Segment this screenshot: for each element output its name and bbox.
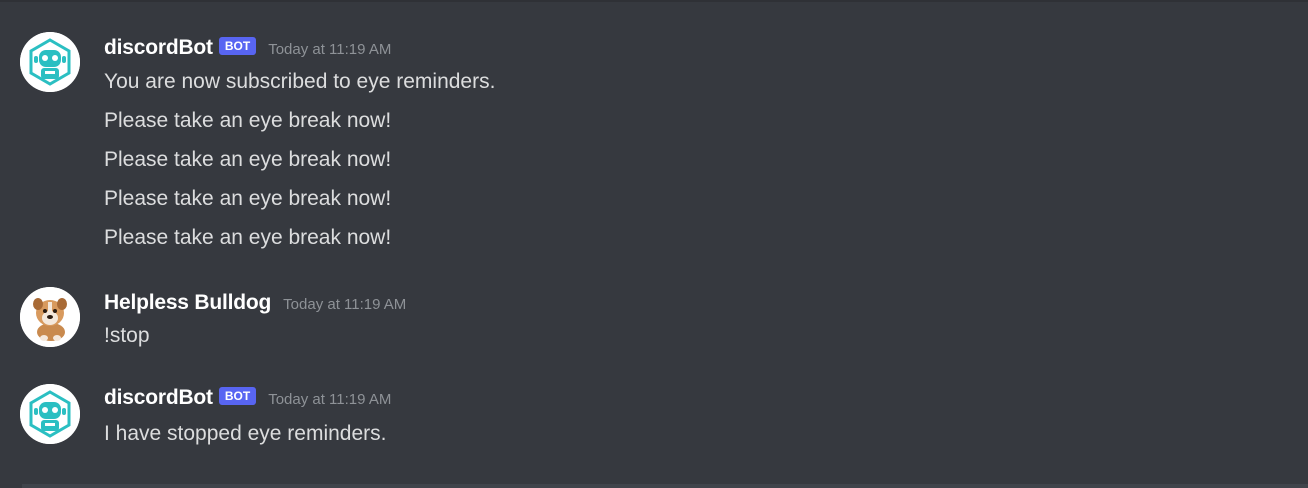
username[interactable]: discordBot [104, 386, 213, 410]
timestamp[interactable]: Today at 11:19 AM [268, 41, 391, 58]
robot-icon [20, 32, 80, 92]
message-text: Please take an eye break now! [104, 148, 392, 171]
message-group: Helpless Bulldog Today at 11:19 AM !stop [0, 287, 1308, 357]
username[interactable]: discordBot [104, 36, 213, 60]
timestamp[interactable]: Today at 11:19 AM [283, 296, 406, 313]
message-header: discordBot BOT Today at 11:19 AM [104, 36, 391, 60]
message-header: Helpless Bulldog Today at 11:19 AM [104, 291, 406, 315]
message-text: Please take an eye break now! [104, 187, 392, 210]
chat-messages: discordBot BOT Today at 11:19 AM You are… [0, 0, 1308, 488]
robot-icon [20, 384, 80, 444]
message-text: !stop [104, 324, 150, 347]
avatar[interactable] [20, 384, 80, 444]
message-input-edge[interactable] [22, 484, 1308, 488]
avatar[interactable] [20, 32, 80, 92]
bulldog-icon [20, 287, 80, 347]
message-header: discordBot BOT Today at 11:19 AM [104, 386, 391, 410]
bot-badge: BOT [218, 37, 257, 55]
username[interactable]: Helpless Bulldog [104, 291, 271, 315]
timestamp[interactable]: Today at 11:19 AM [268, 391, 391, 408]
message-group: discordBot BOT Today at 11:19 AM You are… [0, 32, 1308, 257]
avatar[interactable] [20, 287, 80, 347]
message-text: You are now subscribed to eye reminders. [104, 70, 496, 93]
message-group: discordBot BOT Today at 11:19 AM I have … [0, 384, 1308, 454]
message-text: Please take an eye break now! [104, 226, 392, 249]
message-text: Please take an eye break now! [104, 109, 392, 132]
message-text: I have stopped eye reminders. [104, 422, 387, 445]
bot-badge: BOT [218, 387, 257, 405]
